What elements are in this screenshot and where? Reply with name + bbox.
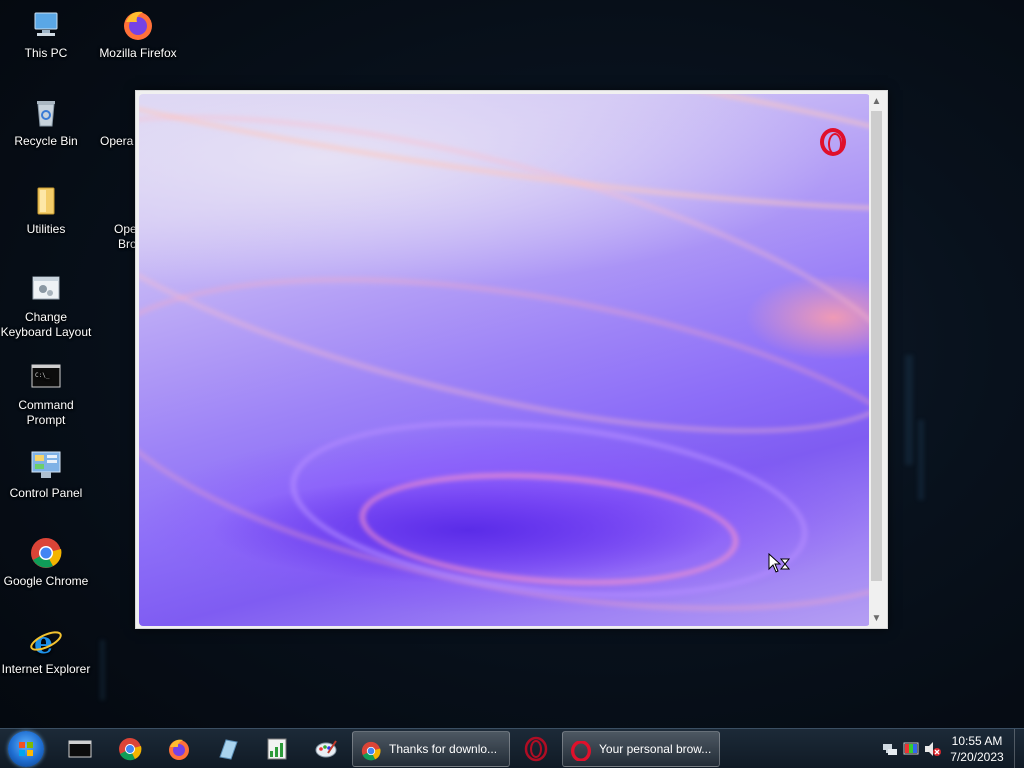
desktop-icon-change-keyboard-layout[interactable]: Change Keyboard Layout: [0, 272, 92, 340]
keyboard-settings-icon: [29, 272, 63, 306]
wallpaper-streak: [100, 640, 105, 700]
desktop-icon-google-chrome[interactable]: Google Chrome: [0, 536, 92, 589]
desktop-icon-label: Control Panel: [9, 486, 83, 500]
svg-text:C:\_: C:\_: [35, 372, 50, 379]
desktop-icon-label: Google Chrome: [3, 574, 89, 588]
computer-icon: [29, 8, 63, 42]
windows-logo-icon: [19, 742, 33, 756]
taskbar-pin-command-prompt[interactable]: [68, 737, 92, 761]
command-prompt-icon: C:\_: [29, 360, 63, 394]
chrome-icon: [361, 740, 381, 761]
folder-icon: [29, 184, 63, 218]
taskbar: Thanks for downlo... Your personal brow.…: [0, 728, 1024, 768]
desktop-icon-internet-explorer[interactable]: e Internet Explorer: [0, 624, 92, 677]
svg-text:e: e: [34, 626, 53, 658]
control-panel-icon: [29, 448, 63, 482]
desktop-icon-label: Internet Explorer: [1, 662, 91, 676]
wallpaper-streak: [918, 420, 924, 500]
opera-installer-window[interactable]: ▲ ▼: [135, 90, 888, 629]
recycle-bin-icon: [29, 96, 63, 130]
display-color-icon[interactable]: [903, 741, 919, 762]
chrome-icon: [29, 536, 63, 570]
system-tray: 10:55 AM 7/20/2023: [874, 729, 1024, 768]
scroll-down-icon[interactable]: ▼: [869, 611, 884, 626]
vertical-scrollbar[interactable]: ▲ ▼: [869, 94, 884, 626]
taskbar-pin-notepad[interactable]: [216, 737, 240, 761]
taskbar-pin-opera[interactable]: [524, 736, 548, 762]
desktop-icon-mozilla-firefox[interactable]: Mozilla Firefox: [92, 8, 184, 61]
wallpaper-streak: [905, 355, 913, 465]
desktop-icon-label: Command: [18, 398, 74, 412]
desktop-icon-this-pc[interactable]: This PC: [0, 8, 92, 61]
desktop-icon-label: Mozilla Firefox: [99, 46, 177, 60]
taskbar-pin-paint[interactable]: [314, 737, 338, 761]
busy-cursor-icon: [768, 552, 792, 575]
system-clock[interactable]: 10:55 AM 7/20/2023: [946, 733, 1008, 765]
network-icon[interactable]: [882, 741, 898, 762]
show-desktop-button[interactable]: [1014, 729, 1024, 768]
installer-artwork: [139, 94, 870, 626]
desktop-icon-control-panel[interactable]: Control Panel: [0, 448, 92, 501]
desktop-icon-label: Utilities: [26, 222, 66, 236]
desktop-icon-utilities[interactable]: Utilities: [0, 184, 92, 237]
volume-muted-icon[interactable]: [924, 741, 942, 762]
taskbar-pin-spreadsheet[interactable]: [265, 737, 289, 761]
desktop-icon-label: This PC: [24, 46, 68, 60]
desktop-icon-label: Change: [24, 310, 68, 324]
desktop-icon-label: Recycle Bin: [14, 134, 78, 148]
scroll-up-icon[interactable]: ▲: [869, 94, 884, 109]
desktop-icon-recycle-bin[interactable]: Recycle Bin: [0, 96, 92, 149]
desktop-icon-command-prompt[interactable]: C:\_ Command Prompt: [0, 360, 92, 428]
taskbar-task-chrome[interactable]: Thanks for downlo...: [352, 731, 510, 767]
start-button[interactable]: [8, 731, 44, 767]
scrollbar-thumb[interactable]: [871, 111, 882, 581]
taskbar-pin-firefox[interactable]: [167, 737, 191, 761]
opera-icon: [571, 740, 591, 762]
taskbar-task-label: Thanks for downlo...: [389, 742, 498, 756]
firefox-icon: [121, 8, 155, 42]
taskbar-pin-chrome[interactable]: [118, 737, 142, 761]
taskbar-task-opera-installer[interactable]: Your personal brow...: [562, 731, 720, 767]
taskbar-task-label: Your personal brow...: [599, 742, 712, 756]
clock-time: 10:55 AM: [951, 734, 1003, 748]
clock-date: 7/20/2023: [950, 750, 1004, 764]
opera-logo-icon: [820, 128, 846, 156]
desktop-icon-sublabel: Prompt: [26, 413, 66, 427]
internet-explorer-icon: e: [29, 624, 63, 661]
desktop-icon-sublabel: Keyboard Layout: [0, 325, 92, 339]
